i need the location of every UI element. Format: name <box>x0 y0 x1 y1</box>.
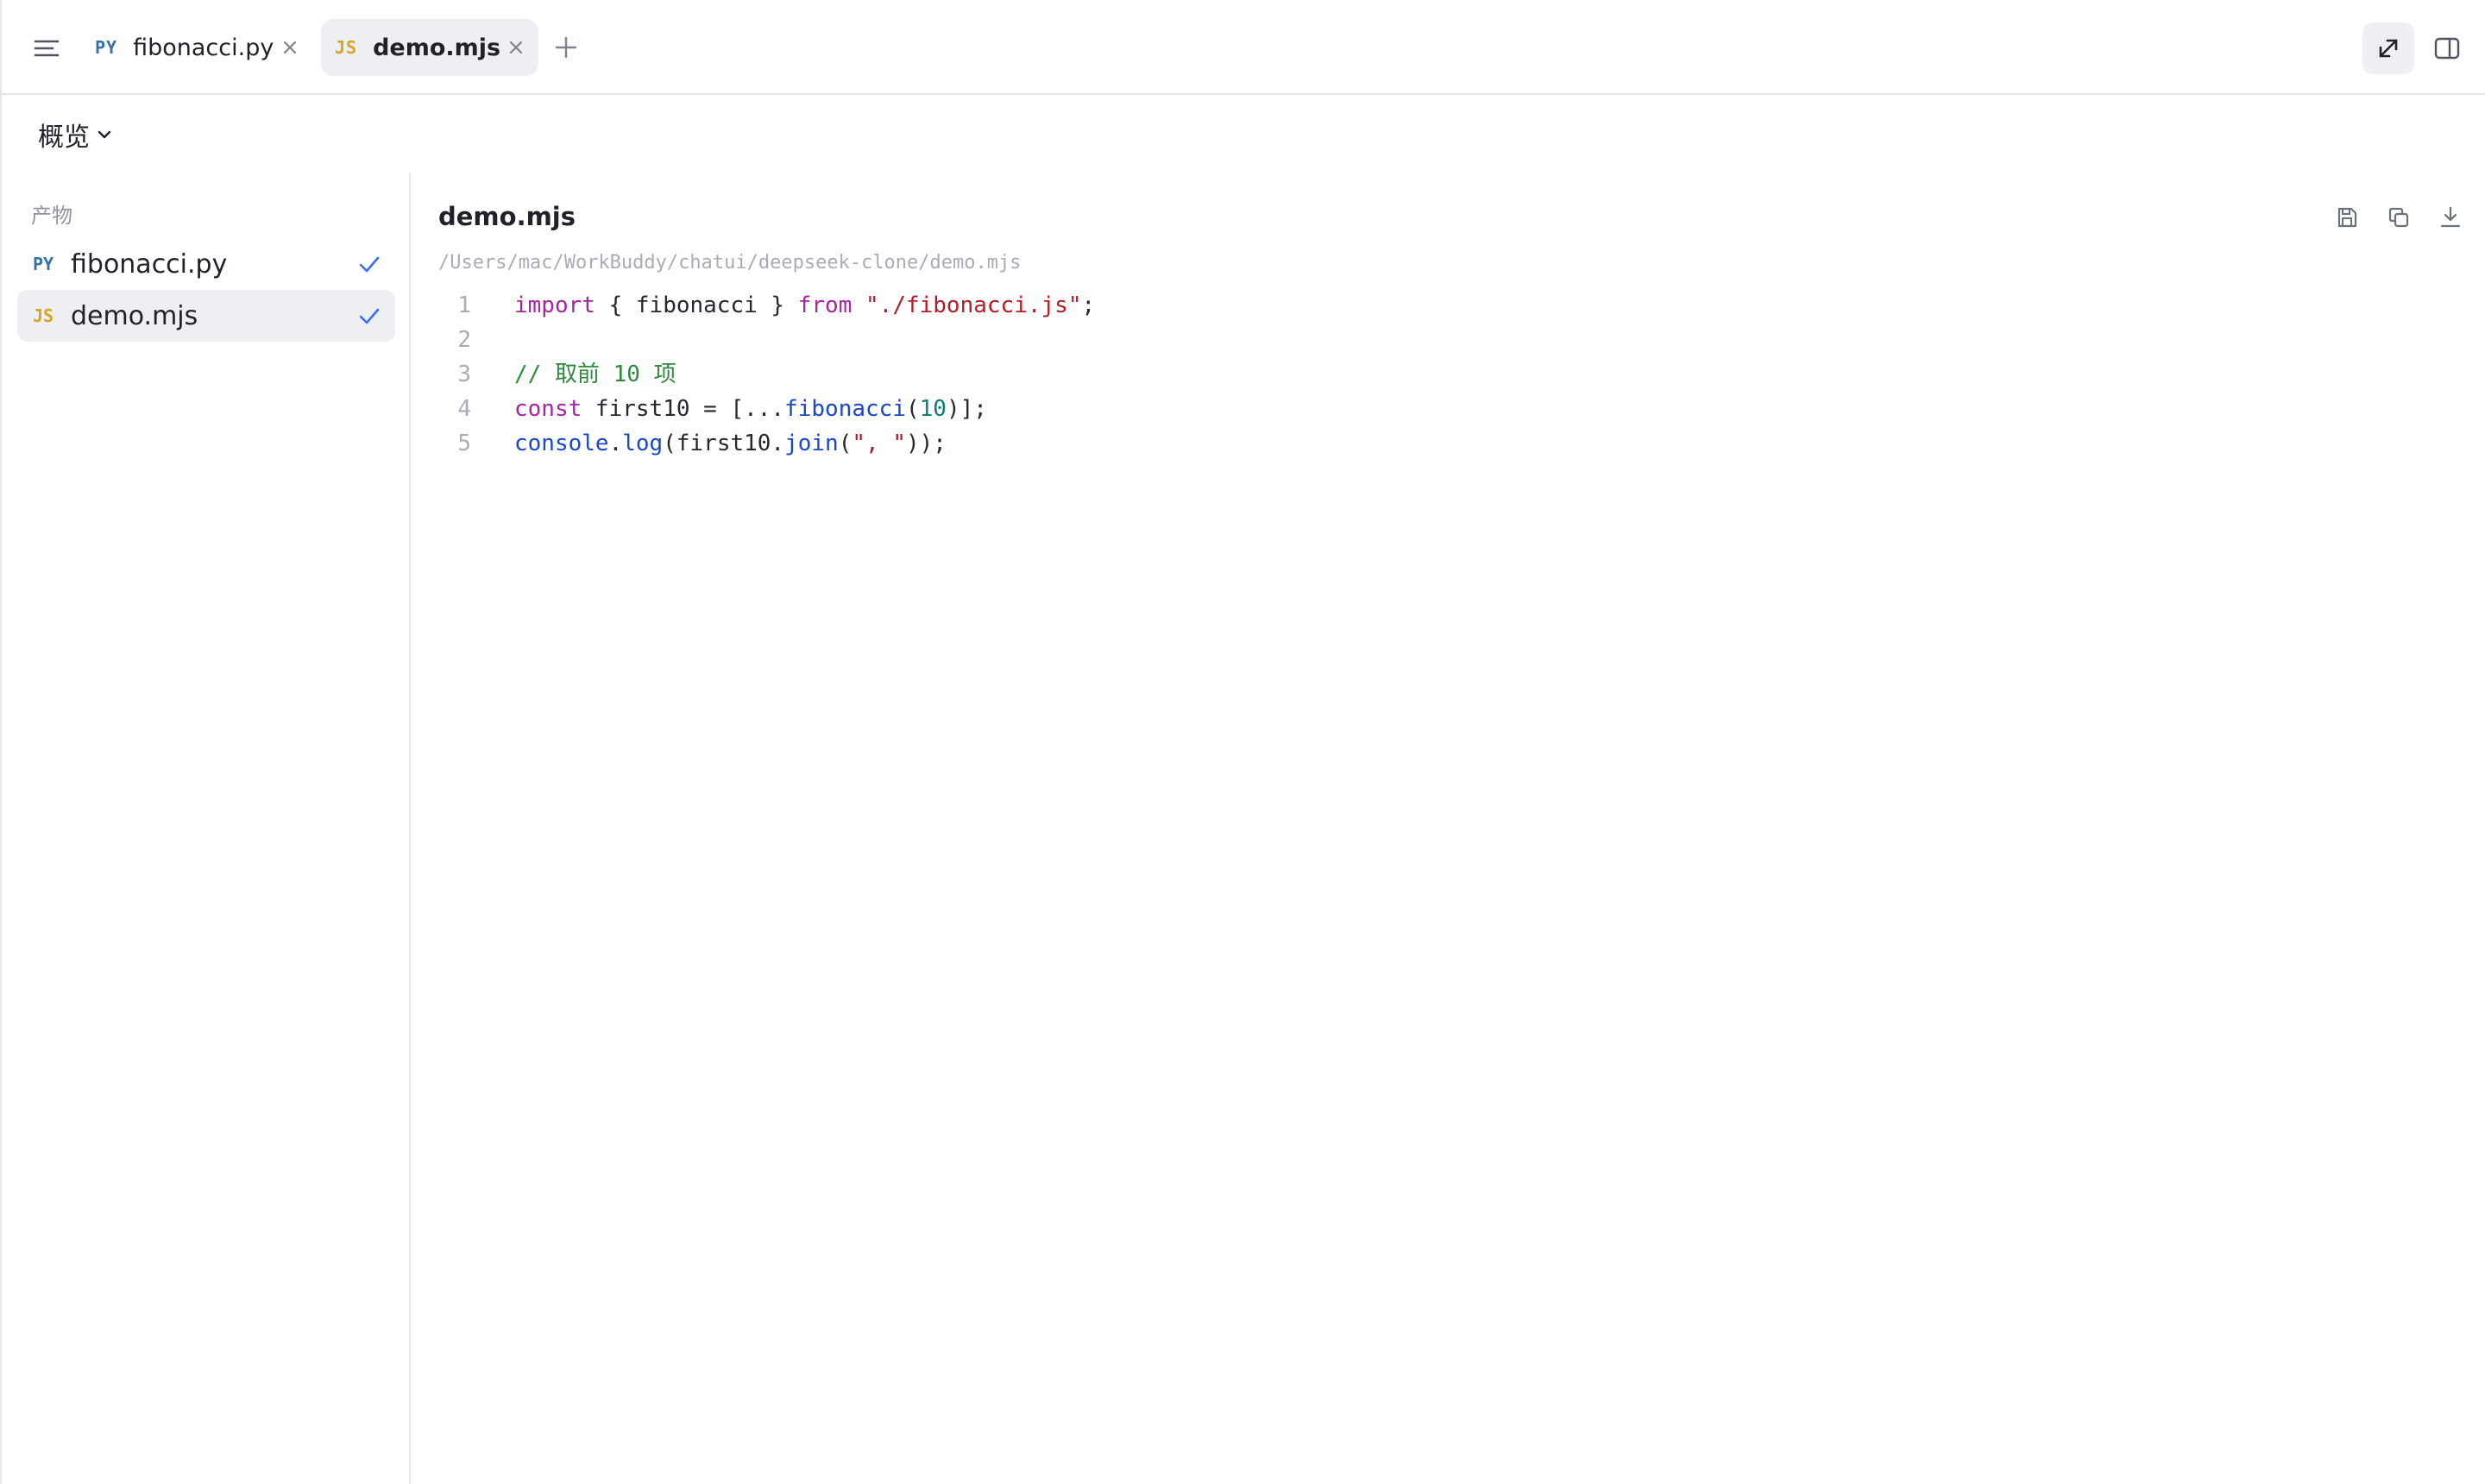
menu-button[interactable] <box>28 29 66 67</box>
javascript-badge-icon: JS <box>33 305 54 326</box>
code-token: fibonacci <box>784 396 906 422</box>
code-token: . <box>608 431 623 456</box>
code-token: { fibonacci } <box>595 292 798 318</box>
document-title: demo.mjs <box>438 202 576 231</box>
toggle-panel-button[interactable] <box>2421 22 2473 74</box>
close-tab-button[interactable] <box>506 37 526 58</box>
code-line: 4 const first10 = [...fibonacci(10)]; <box>412 392 1095 426</box>
line-number: 4 <box>457 396 471 422</box>
document-path: /Users/mac/WorkBuddy/chatui/deepseek-clo… <box>438 252 1022 274</box>
check-icon <box>359 308 380 324</box>
code-token: ( <box>838 431 852 456</box>
close-icon <box>509 41 523 54</box>
line-text: import { fibonacci } from "./fibonacci.j… <box>514 288 1095 323</box>
save-button[interactable] <box>2328 198 2366 236</box>
close-icon <box>283 41 297 54</box>
sidebar-item-label: demo.mjs <box>71 300 198 331</box>
code-block: 1 import { fibonacci } from "./fibonacci.… <box>412 288 1095 461</box>
artifacts-section-label: 产物 <box>31 204 72 228</box>
check-icon <box>359 256 380 273</box>
copy-icon <box>2388 207 2409 228</box>
sidebar-item-demo-mjs[interactable]: JS demo.mjs <box>17 290 395 342</box>
copy-button[interactable] <box>2380 198 2418 236</box>
code-token: 10 <box>919 396 947 422</box>
code-token: console <box>514 431 609 456</box>
python-badge-icon: PY <box>33 254 54 274</box>
tab-bar: PY fibonacci.py JS demo.mjs <box>2 0 2485 95</box>
line-number: 2 <box>457 327 471 353</box>
code-token: const <box>514 396 582 422</box>
sidebar-item-fibonacci-py[interactable]: PY fibonacci.py <box>17 238 395 290</box>
line-text: console.log(first10.join(", ")); <box>514 426 947 461</box>
code-token: import <box>514 292 595 318</box>
code-viewer: demo.mjs /Users/mac/WorkBuddy/chatui/dee… <box>412 173 2485 1484</box>
sidebar-item-label: fibonacci.py <box>71 248 228 280</box>
code-token: )); <box>906 431 947 456</box>
expand-button[interactable] <box>2362 22 2414 74</box>
code-token: )]; <box>946 396 987 422</box>
code-token: join <box>784 431 839 456</box>
code-token: from <box>797 292 852 318</box>
add-tab-button[interactable] <box>550 32 582 63</box>
save-icon <box>2337 207 2357 228</box>
tab-fibonacci-py[interactable]: PY fibonacci.py <box>81 19 312 76</box>
code-token: log <box>622 431 664 456</box>
close-tab-button[interactable] <box>280 37 300 58</box>
line-number: 5 <box>457 431 471 456</box>
code-token: (first10. <box>663 431 785 456</box>
code-token: first10 = [... <box>582 396 785 422</box>
code-token: ( <box>905 396 920 422</box>
artifacts-sidebar: 产物 PY fibonacci.py JS demo.mjs <box>2 173 411 1484</box>
chevron-down-icon <box>98 130 111 139</box>
download-button[interactable] <box>2432 198 2469 236</box>
javascript-badge-icon: JS <box>335 37 358 58</box>
code-token: // 取前 10 项 <box>514 362 676 387</box>
line-number: 3 <box>457 362 471 387</box>
document-actions <box>2314 198 2469 236</box>
python-badge-icon: PY <box>95 37 118 58</box>
line-text: // 取前 10 项 <box>514 357 676 392</box>
tab-label: fibonacci.py <box>133 34 274 61</box>
code-line: 1 import { fibonacci } from "./fibonacci.… <box>412 288 1095 323</box>
overview-label: 概览 <box>38 123 90 153</box>
line-text: const first10 = [...fibonacci(10)]; <box>514 392 987 426</box>
code-token: ", " <box>852 431 906 456</box>
tab-label: demo.mjs <box>373 34 501 61</box>
artifact-panel: PY fibonacci.py JS demo.mjs 概览 产物 PY fib… <box>0 0 2485 1484</box>
split-panel-icon <box>2434 37 2460 60</box>
overview-dropdown[interactable]: 概览 <box>38 116 112 154</box>
code-line: 5 console.log(first10.join(", ")); <box>412 426 1095 461</box>
code-line: 2 <box>412 323 1095 357</box>
tab-demo-mjs[interactable]: JS demo.mjs <box>321 19 538 76</box>
line-number: 1 <box>457 292 471 318</box>
expand-icon <box>2379 39 2398 58</box>
code-line: 3 // 取前 10 项 <box>412 357 1095 392</box>
plus-icon <box>555 36 577 59</box>
code-token: ; <box>1081 292 1096 318</box>
download-icon <box>2440 206 2461 228</box>
code-token: "./fibonacci.js" <box>865 292 1082 318</box>
menu-icon <box>34 40 60 57</box>
